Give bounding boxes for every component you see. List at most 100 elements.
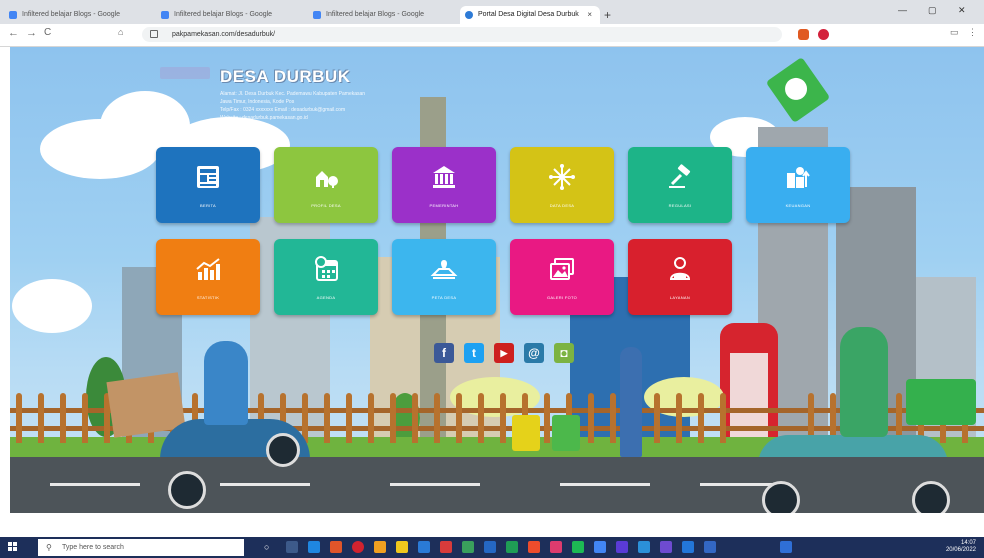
tag-decoration	[765, 56, 831, 124]
tile-label: PETA DESA	[431, 295, 457, 300]
forward-button[interactable]: →	[26, 27, 37, 39]
close-window-icon[interactable]: ✕	[958, 5, 966, 16]
system-tray[interactable]: 14:07 20/06/2022	[946, 540, 976, 554]
reload-button[interactable]: C	[44, 27, 51, 38]
taskbar-app-icon[interactable]	[704, 541, 716, 553]
home-icon[interactable]: ⌂	[118, 27, 123, 37]
fence-post-decoration	[478, 393, 484, 443]
fence-post-decoration	[588, 393, 594, 443]
maximize-window-icon[interactable]: ▢	[928, 5, 937, 16]
browser-tab-active[interactable]: Portal Desa Digital Desa Durbuk ×	[460, 6, 600, 24]
tile-keuangan[interactable]: KEUANGAN	[746, 147, 850, 223]
windows-start-icon[interactable]	[8, 542, 18, 552]
search-icon: ⚲	[46, 543, 52, 552]
tile-layanan[interactable]: LAYANAN	[628, 239, 732, 315]
back-button[interactable]: ←	[8, 27, 19, 39]
browser-tab-1[interactable]: Infiltered belajar Blogs - Google	[4, 6, 152, 24]
wheel-decoration	[168, 471, 206, 509]
menu-icon[interactable]: ⋮	[968, 27, 977, 38]
tray-time: 14:07	[960, 540, 976, 546]
fence-post-decoration	[38, 393, 44, 443]
tile-statistik[interactable]: STATISTIK	[156, 239, 260, 315]
twitter-icon[interactable]: t	[464, 343, 484, 363]
tile-regulasi[interactable]: REGULASI	[628, 147, 732, 223]
fence-post-decoration	[412, 393, 418, 443]
brave-shield-icon[interactable]	[798, 29, 809, 40]
downloads-icon[interactable]: ▭	[950, 27, 959, 38]
service-icon	[669, 257, 691, 280]
taskbar-app-icon[interactable]	[462, 541, 474, 553]
edge-icon[interactable]	[308, 541, 320, 553]
task-view-icon[interactable]: ○	[264, 541, 276, 553]
tile-label: LAYANAN	[669, 295, 691, 300]
fence-post-decoration	[60, 393, 66, 443]
tile-pemerintah[interactable]: PEMERINTAH	[392, 147, 496, 223]
browser-tab-strip: Infiltered belajar Blogs - Google Infilt…	[0, 0, 984, 24]
fence-post-decoration	[654, 393, 660, 443]
browser-tab-2[interactable]: Infiltered belajar Blogs - Google	[156, 6, 304, 24]
site-title: DESA DURBUK	[220, 67, 351, 86]
fence-post-decoration	[500, 393, 506, 443]
taskbar-app-icon[interactable]	[682, 541, 694, 553]
minimize-window-icon[interactable]: —	[898, 5, 907, 15]
road-dash	[390, 483, 480, 486]
finance-icon	[787, 167, 810, 188]
taskbar-app-icon[interactable]	[616, 541, 628, 553]
tile-profil-desa[interactable]: PROFIL DESA	[274, 147, 378, 223]
delivery-box-decoration	[906, 379, 976, 425]
road-decoration	[10, 457, 984, 513]
address-bar[interactable]: pakpamekasan.com/desadurbuk/	[142, 27, 782, 42]
taskbar-app-icon[interactable]	[440, 541, 452, 553]
taskbar-search-box[interactable]: ⚲ Type here to search	[38, 539, 244, 556]
site-subline: Website : desadurbuk.pamekasan.go.id	[220, 115, 308, 121]
fence-post-decoration	[698, 393, 704, 443]
tab-close-icon[interactable]: ×	[587, 6, 592, 24]
tile-label: STATISTIK	[196, 295, 220, 300]
brave-icon[interactable]	[330, 541, 342, 553]
opera-icon[interactable]	[352, 541, 364, 553]
new-tab-button[interactable]: +	[604, 6, 611, 24]
fence-post-decoration	[610, 393, 616, 443]
extension-icon[interactable]	[818, 29, 829, 40]
tab-title: Infiltered belajar Blogs - Google	[174, 11, 273, 18]
facebook-icon[interactable]: f	[434, 343, 454, 363]
taskbar-app-icon[interactable]	[286, 541, 298, 553]
government-icon	[433, 166, 455, 188]
gavel-icon	[669, 164, 691, 188]
word-icon[interactable]	[484, 541, 496, 553]
email-icon[interactable]: @	[524, 343, 544, 363]
site-subline: Telp/Fax : 0324 xxxxxxx Email : desadurb…	[220, 107, 346, 113]
courier-decoration	[840, 327, 888, 437]
cloud-decoration	[12, 279, 92, 333]
tile-data-desa[interactable]: DATA DESA	[510, 147, 614, 223]
tile-galeri-foto[interactable]: GALERI FOTO	[510, 239, 614, 315]
taskbar-app-icon[interactable]	[550, 541, 562, 553]
map-icon	[430, 260, 458, 279]
taskbar-app-icon[interactable]	[780, 541, 792, 553]
taskbar-app-icon[interactable]	[418, 541, 430, 553]
tab-favicon-icon	[313, 11, 321, 19]
firefox-icon[interactable]	[374, 541, 386, 553]
taskbar-app-icon[interactable]	[638, 541, 650, 553]
chrome-icon[interactable]	[594, 541, 606, 553]
tile-agenda[interactable]: AGENDA	[274, 239, 378, 315]
fence-post-decoration	[676, 393, 682, 443]
tile-berita[interactable]: BERITA	[156, 147, 260, 223]
file-explorer-icon[interactable]	[396, 541, 408, 553]
fence-post-decoration	[434, 393, 440, 443]
tile-label: BERITA	[200, 203, 216, 208]
taskbar-app-icon[interactable]	[660, 541, 672, 553]
taskbar-app-icon[interactable]	[528, 541, 540, 553]
tile-label: DATA DESA	[549, 203, 575, 208]
browser-tab-3[interactable]: Infiltered belajar Blogs - Google	[308, 6, 456, 24]
windows-taskbar: ⚲ Type here to search ○ 14:07 20/06/2022	[0, 537, 984, 558]
tile-label: PEMERINTAH	[429, 203, 459, 208]
wheel-decoration	[266, 433, 300, 467]
address-bar-url: pakpamekasan.com/desadurbuk/	[172, 31, 276, 38]
tile-label: PROFIL DESA	[311, 203, 341, 208]
excel-icon[interactable]	[506, 541, 518, 553]
tile-peta-desa[interactable]: PETA DESA	[392, 239, 496, 315]
android-icon[interactable]: ◘	[554, 343, 574, 363]
taskbar-app-icon[interactable]	[572, 541, 584, 553]
youtube-icon[interactable]: ▶	[494, 343, 514, 363]
